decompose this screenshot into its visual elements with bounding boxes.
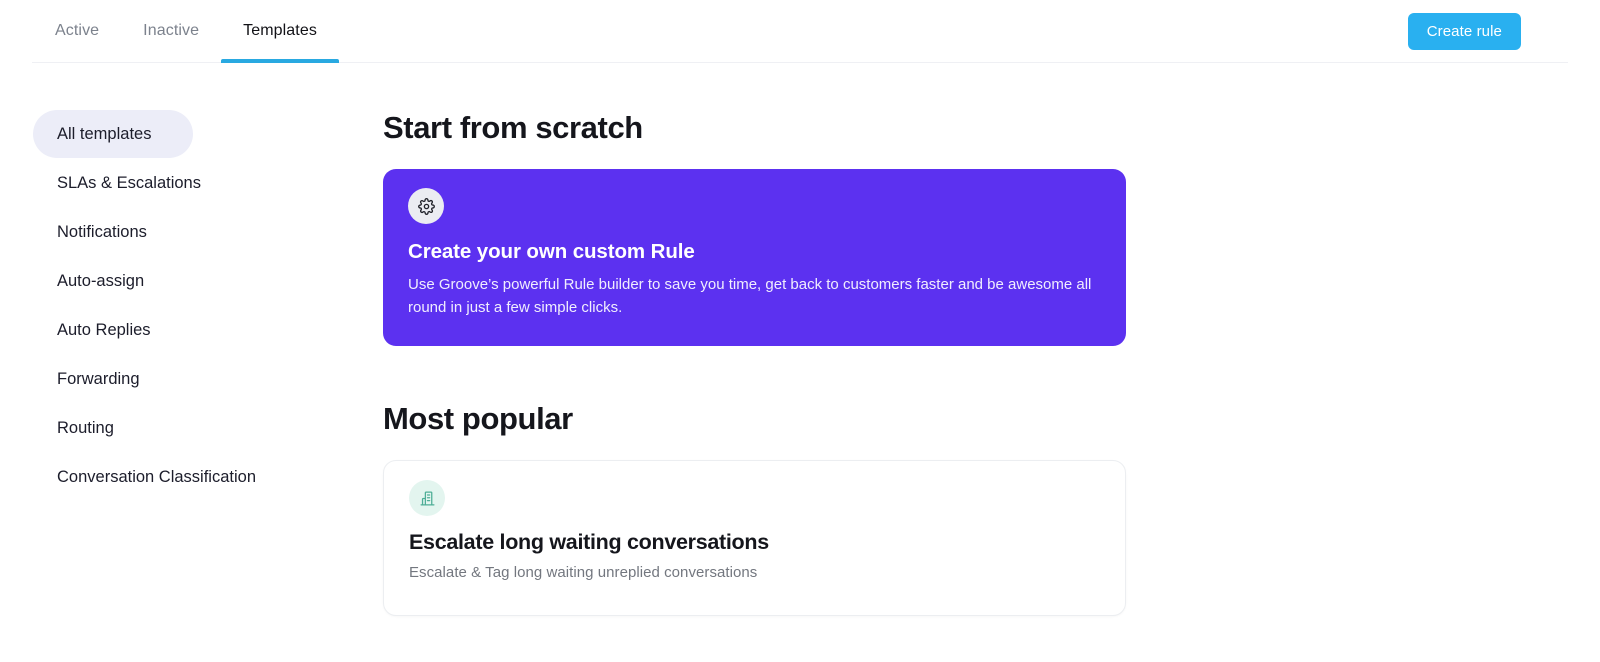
template-card-title: Escalate long waiting conversations bbox=[409, 530, 769, 554]
sidebar-item-label: All templates bbox=[57, 124, 152, 143]
sidebar-item-forwarding[interactable]: Forwarding bbox=[33, 355, 193, 403]
tab-templates-label: Templates bbox=[243, 22, 317, 39]
create-custom-rule-title: Create your own custom Rule bbox=[408, 240, 695, 263]
most-popular-heading: Most popular bbox=[383, 401, 573, 436]
building-icon bbox=[409, 480, 445, 516]
top-bar: Active Inactive Templates Create rule bbox=[0, 0, 1600, 63]
sidebar-item-all-templates[interactable]: All templates bbox=[33, 110, 193, 158]
sidebar-item-routing[interactable]: Routing bbox=[33, 404, 193, 452]
sidebar-item-conversation-classification[interactable]: Conversation Classification bbox=[33, 453, 280, 501]
tab-inactive[interactable]: Inactive bbox=[121, 0, 221, 63]
tab-inactive-label: Inactive bbox=[143, 22, 200, 39]
sidebar-item-label: SLAs & Escalations bbox=[57, 173, 201, 192]
sidebar-item-slas-escalations[interactable]: SLAs & Escalations bbox=[33, 159, 225, 207]
tab-list: Active Inactive Templates bbox=[33, 0, 339, 63]
tab-active[interactable]: Active bbox=[33, 0, 121, 63]
sidebar-item-label: Routing bbox=[57, 418, 114, 437]
sidebar-item-auto-assign[interactable]: Auto-assign bbox=[33, 257, 193, 305]
tab-templates[interactable]: Templates bbox=[221, 0, 339, 63]
template-card-escalate-long-waiting[interactable]: Escalate long waiting conversations Esca… bbox=[383, 460, 1126, 616]
start-from-scratch-heading: Start from scratch bbox=[383, 110, 643, 145]
tab-active-label: Active bbox=[55, 22, 100, 39]
gear-icon bbox=[408, 188, 444, 224]
sidebar-item-auto-replies[interactable]: Auto Replies bbox=[33, 306, 193, 354]
template-card-description: Escalate & Tag long waiting unreplied co… bbox=[409, 564, 758, 581]
sidebar-item-label: Auto Replies bbox=[57, 320, 151, 339]
sidebar-item-label: Notifications bbox=[57, 222, 147, 241]
main-content: Start from scratch Create your own custo… bbox=[350, 110, 1600, 616]
sidebar-item-label: Forwarding bbox=[57, 369, 140, 388]
sidebar-item-label: Conversation Classification bbox=[57, 467, 257, 486]
create-custom-rule-card[interactable]: Create your own custom Rule Use Groove’s… bbox=[383, 169, 1126, 346]
sidebar: All templates SLAs & Escalations Notific… bbox=[0, 110, 350, 616]
create-rule-button[interactable]: Create rule bbox=[1407, 13, 1521, 50]
create-custom-rule-description: Use Groove’s powerful Rule builder to sa… bbox=[408, 276, 1092, 316]
sidebar-item-notifications[interactable]: Notifications bbox=[33, 208, 193, 256]
page-body: All templates SLAs & Escalations Notific… bbox=[0, 63, 1600, 616]
sidebar-item-label: Auto-assign bbox=[57, 271, 145, 290]
